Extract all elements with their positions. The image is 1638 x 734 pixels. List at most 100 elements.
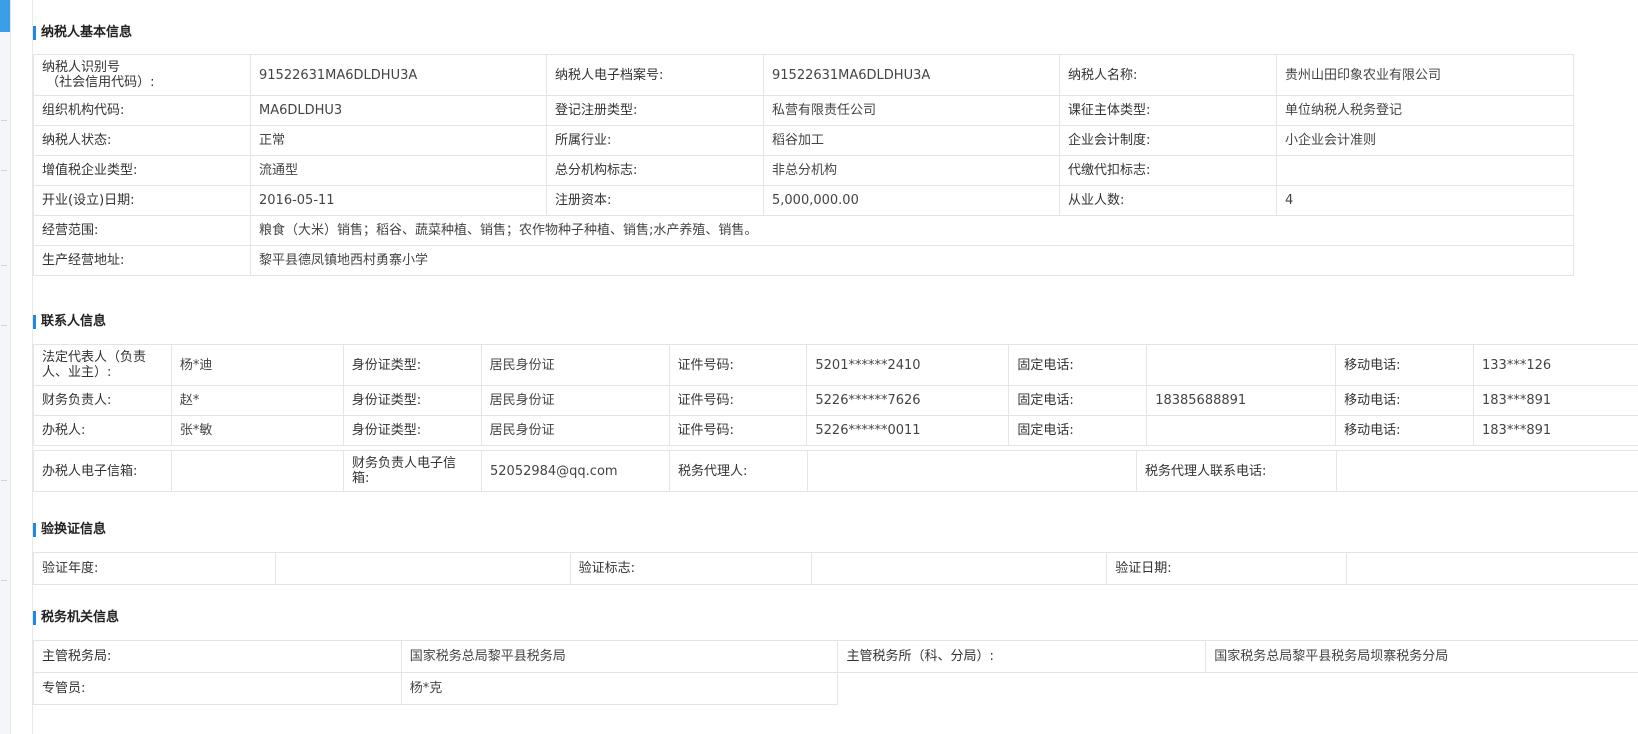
levy-type-value: 单位纳税人税务登记 (1276, 95, 1574, 126)
section-title-verify: 验换证信息 (33, 521, 106, 539)
legal-rep-name: 杨*迪 (170, 344, 344, 386)
tax-agent-phone-value (1336, 450, 1638, 492)
taxpayer-name-label: 纳税人名称: (1059, 54, 1277, 96)
address-label: 生产经营地址: (33, 245, 251, 276)
section-title-basic: 纳税人基本信息 (33, 24, 132, 42)
officer-label: 专管员: (33, 672, 402, 705)
mobile-value: 183***891 (1473, 385, 1638, 416)
id-number-label: 证件号码: (668, 344, 808, 386)
id-type-label: 身份证类型: (342, 385, 482, 416)
id-type-label: 身份证类型: (342, 344, 482, 386)
taxpayer-info-page: 纳税人基本信息 纳税人识别号 （社会信用代码）: 91522631MA6DLDH… (32, 0, 1638, 734)
table-row: 财务负责人: 赵* 身份证类型: 居民身份证 证件号码: 5226******7… (33, 385, 1638, 416)
section-title-tax-office: 税务机关信息 (33, 609, 119, 627)
tax-branch-value: 国家税务总局黎平县税务局坝寨税务分局 (1205, 640, 1638, 673)
verify-year-label: 验证年度: (33, 552, 276, 585)
table-row: 主管税务局: 国家税务总局黎平县税务局 主管税务所（科、分局）: 国家税务总局黎… (33, 640, 1638, 673)
verify-flag-label: 验证标志: (569, 552, 813, 585)
status-label: 纳税人状态: (33, 125, 251, 156)
capital-value: 5,000,000.00 (763, 185, 1060, 216)
id-type-value: 居民身份证 (480, 415, 670, 446)
contacts-table: 法定代表人（负责人、业主）: 杨*迪 身份证类型: 居民身份证 证件号码: 52… (33, 344, 1638, 446)
tax-bureau-label: 主管税务局: (33, 640, 402, 673)
capital-label: 注册资本: (546, 185, 764, 216)
section-title-contacts: 联系人信息 (33, 313, 106, 331)
scope-label: 经营范围: (33, 215, 251, 246)
table-row: 办税人电子信箱: 财务负责人电子信箱: 52052984@qq.com 税务代理… (33, 450, 1638, 492)
rail-notch (1, 120, 7, 121)
industry-label: 所属行业: (546, 125, 764, 156)
tax-email-label: 办税人电子信箱: (33, 450, 172, 492)
org-code-label: 组织机构代码: (33, 95, 251, 126)
address-value: 黎平县德凤镇地西村勇寨小学 (250, 245, 1574, 276)
verify-year-value (274, 552, 571, 585)
landline-value (1146, 415, 1337, 446)
open-date-label: 开业(设立)日期: (33, 185, 251, 216)
table-row: 办税人: 张*敏 身份证类型: 居民身份证 证件号码: 5226******00… (33, 415, 1638, 446)
taxpayer-name-value: 贵州山田印象农业有限公司 (1276, 54, 1574, 96)
branch-flag-value: 非总分机构 (763, 155, 1060, 186)
landline-label: 固定电话: (1008, 415, 1148, 446)
table-row: 纳税人状态: 正常 所属行业: 稻谷加工 企业会计制度: 小企业会计准则 (33, 125, 1574, 156)
mobile-value: 133***126 (1473, 344, 1638, 386)
levy-type-label: 课征主体类型: (1059, 95, 1277, 126)
rail-tab[interactable] (0, 0, 10, 32)
e-archive-value: 91522631MA6DLDHU3A (763, 54, 1060, 96)
tax-branch-label: 主管税务所（科、分局）: (837, 640, 1207, 673)
accounting-value: 小企业会计准则 (1276, 125, 1574, 156)
id-number-value: 5201******2410 (806, 344, 1010, 386)
finance-email-label: 财务负责人电子信箱: (343, 450, 482, 492)
reg-type-label: 登记注册类型: (546, 95, 764, 126)
officer-value: 杨*克 (400, 672, 839, 705)
verify-date-value (1346, 552, 1638, 585)
id-number-label: 证件号码: (668, 415, 808, 446)
verify-table: 验证年度: 验证标志: 验证日期: (33, 552, 1638, 585)
tax-agent-phone-label: 税务代理人联系电话: (1136, 450, 1337, 492)
mobile-label: 移动电话: (1335, 344, 1475, 386)
withholding-value (1276, 155, 1574, 186)
taxpayer-id-label: 纳税人识别号 （社会信用代码）: (33, 54, 251, 96)
id-type-label: 身份证类型: (342, 415, 482, 446)
table-row: 增值税企业类型: 流通型 总分机构标志: 非总分机构 代缴代扣标志: (33, 155, 1574, 186)
reg-type-value: 私营有限责任公司 (763, 95, 1060, 126)
rail-notch (1, 325, 7, 326)
scope-value: 粮食（大米）销售；稻谷、蔬菜种植、销售；农作物种子种植、销售;水产养殖、销售。 (250, 215, 1574, 246)
vat-type-label: 增值税企业类型: (33, 155, 251, 186)
mobile-label: 移动电话: (1335, 415, 1475, 446)
finance-head-name: 赵* (170, 385, 344, 416)
id-number-value: 5226******0011 (806, 415, 1010, 446)
org-code-value: MA6DLDHU3 (250, 95, 547, 126)
tax-agent-value (807, 450, 1137, 492)
industry-value: 稻谷加工 (763, 125, 1060, 156)
landline-label: 固定电话: (1008, 344, 1148, 386)
tax-agent-person-name: 张*敏 (170, 415, 344, 446)
rail-notch (1, 170, 7, 171)
verify-flag-value (811, 552, 1108, 585)
tax-agent-person-label: 办税人: (33, 415, 172, 446)
table-row: 纳税人识别号 （社会信用代码）: 91522631MA6DLDHU3A 纳税人电… (33, 54, 1574, 96)
tax-agent-label: 税务代理人: (669, 450, 808, 492)
table-row: 组织机构代码: MA6DLDHU3 登记注册类型: 私营有限责任公司 课征主体类… (33, 95, 1574, 126)
landline-label: 固定电话: (1008, 385, 1148, 416)
rail-notch (1, 265, 7, 266)
id-type-value: 居民身份证 (480, 385, 670, 416)
tax-email-value (171, 450, 344, 492)
verify-date-label: 验证日期: (1106, 552, 1348, 585)
tax-bureau-value: 国家税务总局黎平县税务局 (400, 640, 839, 673)
table-row: 法定代表人（负责人、业主）: 杨*迪 身份证类型: 居民身份证 证件号码: 52… (33, 344, 1638, 386)
withholding-label: 代缴代扣标志: (1059, 155, 1277, 186)
accounting-label: 企业会计制度: (1059, 125, 1277, 156)
id-number-label: 证件号码: (668, 385, 808, 416)
empty-cell (838, 673, 1638, 705)
mobile-label: 移动电话: (1335, 385, 1475, 416)
vat-type-value: 流通型 (250, 155, 547, 186)
finance-email-value: 52052984@qq.com (481, 450, 670, 492)
table-row: 生产经营地址: 黎平县德凤镇地西村勇寨小学 (33, 245, 1574, 276)
basic-info-table: 纳税人识别号 （社会信用代码）: 91522631MA6DLDHU3A 纳税人电… (33, 54, 1574, 276)
table-row: 验证年度: 验证标志: 验证日期: (33, 552, 1638, 585)
legal-rep-label: 法定代表人（负责人、业主）: (33, 344, 172, 386)
taxpayer-id-value: 91522631MA6DLDHU3A (250, 54, 547, 96)
e-archive-label: 纳税人电子档案号: (546, 54, 764, 96)
id-number-value: 5226******7626 (806, 385, 1010, 416)
status-value: 正常 (250, 125, 547, 156)
